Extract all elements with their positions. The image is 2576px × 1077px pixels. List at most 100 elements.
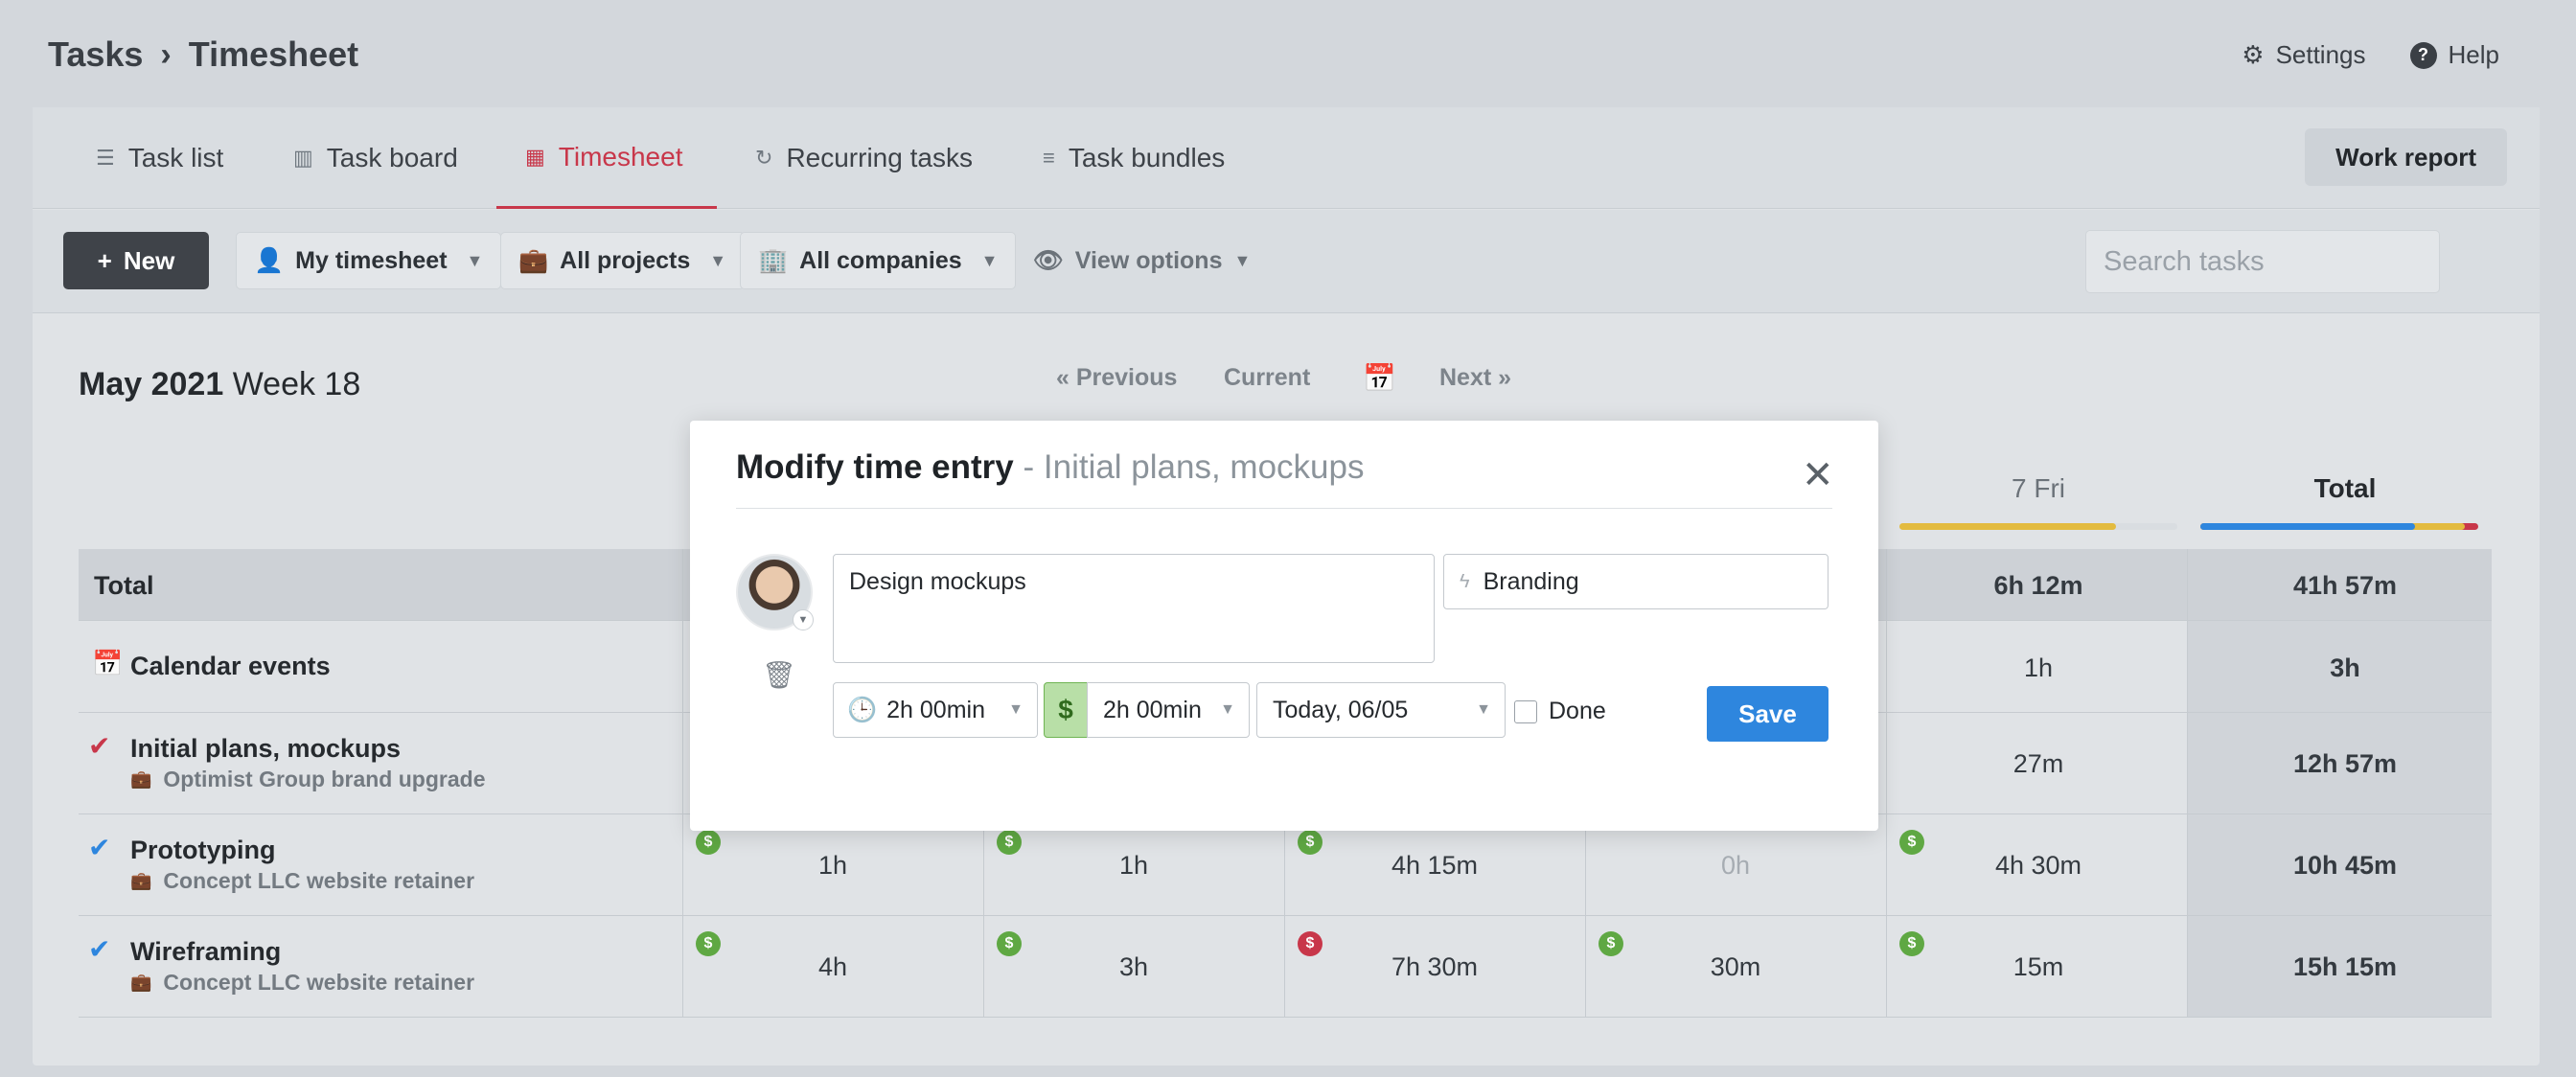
modal-title-task: - Initial plans, mockups	[1023, 448, 1365, 486]
calendar-fri[interactable]: 1h	[1888, 653, 2189, 683]
day-header-fri: 7 Fri	[2012, 473, 2065, 503]
modal-title: Modify time entry - Initial plans, mocku…	[736, 448, 1364, 487]
all-companies-dropdown[interactable]: 🏢 All companies ▼	[740, 232, 1017, 289]
building-icon: 🏢	[758, 246, 789, 274]
caret-down-icon: ▼	[1220, 701, 1235, 718]
tab-task-board[interactable]: ▥ Task board	[293, 107, 458, 209]
board-icon: ▥	[293, 146, 313, 170]
task-label-prototyping[interactable]: Prototyping	[130, 836, 275, 865]
my-timesheet-dropdown[interactable]: 👤 My timesheet ▼	[236, 232, 502, 289]
trash-icon[interactable]: 🗑	[762, 659, 796, 691]
eye-icon: 👁	[1033, 246, 1064, 274]
caret-down-icon: ▼	[709, 250, 727, 270]
project-name: Concept LLC website retainer	[163, 970, 475, 995]
date-select[interactable]: Today, 06/05 ▼	[1256, 682, 1506, 738]
col-divider	[2187, 549, 2188, 1017]
initial-total: 12h 57m	[2292, 749, 2398, 778]
tab-recurring-tasks[interactable]: ↻ Recurring tasks	[755, 107, 973, 209]
breadcrumb-parent[interactable]: Tasks	[48, 34, 143, 75]
total-row-fri: 6h 12m	[1993, 571, 2083, 600]
search-input[interactable]: Search tasks	[2085, 230, 2440, 293]
description-field[interactable]: Design mockups	[833, 554, 1435, 663]
user-icon: 👤	[254, 246, 285, 274]
done-checkbox[interactable]: Done	[1514, 698, 1606, 725]
next-link[interactable]: Next »	[1439, 364, 1511, 392]
grid-icon: ▦	[525, 144, 545, 169]
project-field[interactable]: ϟ Branding	[1443, 554, 1828, 609]
all-companies-label: All companies	[799, 246, 962, 274]
done-label: Done	[1549, 698, 1606, 724]
proto-fri[interactable]: 4h 30m	[1888, 851, 2189, 881]
task-project-prototyping: 💼 Concept LLC website retainer	[130, 868, 474, 894]
all-projects-dropdown[interactable]: 💼 All projects ▼	[500, 232, 746, 289]
week-title: May 2021 Week 18	[79, 366, 360, 403]
clock-icon: 🕒	[847, 696, 878, 723]
wire-d2[interactable]: 3h	[983, 952, 1284, 982]
proto-d3[interactable]: 4h 15m	[1284, 851, 1585, 881]
tab-label: Task bundles	[1068, 143, 1226, 172]
checkbox[interactable]	[1514, 699, 1537, 723]
calendar-icon: 📅	[92, 649, 124, 677]
bolt-icon: ϟ	[1460, 570, 1470, 592]
work-report-button[interactable]: Work report	[2305, 128, 2507, 186]
proto-d4[interactable]: 0h	[1585, 851, 1886, 881]
tab-label: Timesheet	[558, 141, 683, 172]
all-projects-label: All projects	[560, 246, 691, 274]
wire-d1[interactable]: 4h	[682, 952, 983, 982]
my-timesheet-label: My timesheet	[295, 246, 448, 274]
fri-progress-fill	[1899, 523, 2116, 530]
calendar-icon[interactable]: 📅	[1363, 362, 1396, 394]
gear-icon: ⚙	[2242, 40, 2265, 69]
modal-divider	[736, 508, 1832, 509]
help-link[interactable]: ? Help	[2409, 40, 2499, 70]
current-link[interactable]: Current	[1224, 364, 1310, 392]
task-project-initial: 💼 Optimist Group brand upgrade	[130, 767, 485, 792]
settings-link[interactable]: ⚙ Settings	[2242, 40, 2365, 70]
col-divider	[682, 549, 683, 1017]
caret-down-icon: ▼	[980, 250, 999, 270]
duration-select[interactable]: 🕒 2h 00min ▼	[833, 682, 1038, 738]
tab-label: Recurring tasks	[786, 143, 973, 172]
task-label-wireframing[interactable]: Wireframing	[130, 937, 281, 967]
caret-down-icon: ▼	[1008, 701, 1024, 718]
save-button[interactable]: Save	[1707, 686, 1828, 742]
proto-d1[interactable]: 1h	[682, 851, 983, 881]
total-row-total: 41h 57m	[2292, 571, 2398, 600]
billable-toggle[interactable]: $	[1044, 682, 1088, 738]
caret-down-icon: ▼	[1233, 250, 1252, 270]
view-options-dropdown[interactable]: 👁 View options ▼	[1033, 232, 1251, 289]
proto-d2[interactable]: 1h	[983, 851, 1284, 881]
plus-icon: +	[97, 245, 112, 275]
check-icon: ✔	[88, 833, 111, 862]
settings-label: Settings	[2275, 40, 2366, 69]
briefcase-icon: 💼	[518, 246, 549, 274]
tab-task-bundles[interactable]: ≡ Task bundles	[1043, 107, 1225, 209]
close-icon[interactable]: ✕	[1802, 456, 1834, 494]
month-year: May 2021	[79, 366, 224, 402]
duration-value: 2h 00min	[886, 696, 985, 723]
chevron-down-icon[interactable]: ▼	[793, 609, 814, 630]
tab-label: Task board	[326, 143, 458, 172]
previous-link[interactable]: « Previous	[1056, 364, 1177, 392]
wire-fri[interactable]: 15m	[1888, 952, 2189, 982]
project-name: Optimist Group brand upgrade	[163, 767, 486, 791]
list-icon: ☰	[96, 146, 115, 170]
day-header-total: Total	[2313, 473, 2377, 503]
total-row-label: Total	[94, 571, 154, 600]
top-links: ⚙ Settings ? Help	[2242, 40, 2499, 70]
breadcrumb: Tasks › Timesheet	[48, 34, 358, 75]
wire-d3[interactable]: 7h 30m	[1284, 952, 1585, 982]
tab-timesheet[interactable]: ▦ Timesheet	[496, 107, 717, 209]
wire-d4[interactable]: 30m	[1585, 952, 1886, 982]
billable-select[interactable]: 2h 00min ▼	[1087, 682, 1250, 738]
date-value: Today, 06/05	[1273, 696, 1409, 723]
wire-total: 15h 15m	[2292, 952, 2398, 981]
initial-fri[interactable]: 27m	[1888, 749, 2189, 779]
new-button[interactable]: + New	[63, 232, 209, 289]
tab-task-list[interactable]: ☰ Task list	[96, 107, 223, 209]
check-icon: ✔	[88, 934, 111, 964]
view-options-label: View options	[1074, 246, 1223, 274]
task-label-initial[interactable]: Initial plans, mockups	[130, 734, 401, 764]
help-icon: ?	[2409, 41, 2437, 69]
calendar-events-label: Calendar events	[130, 652, 331, 680]
